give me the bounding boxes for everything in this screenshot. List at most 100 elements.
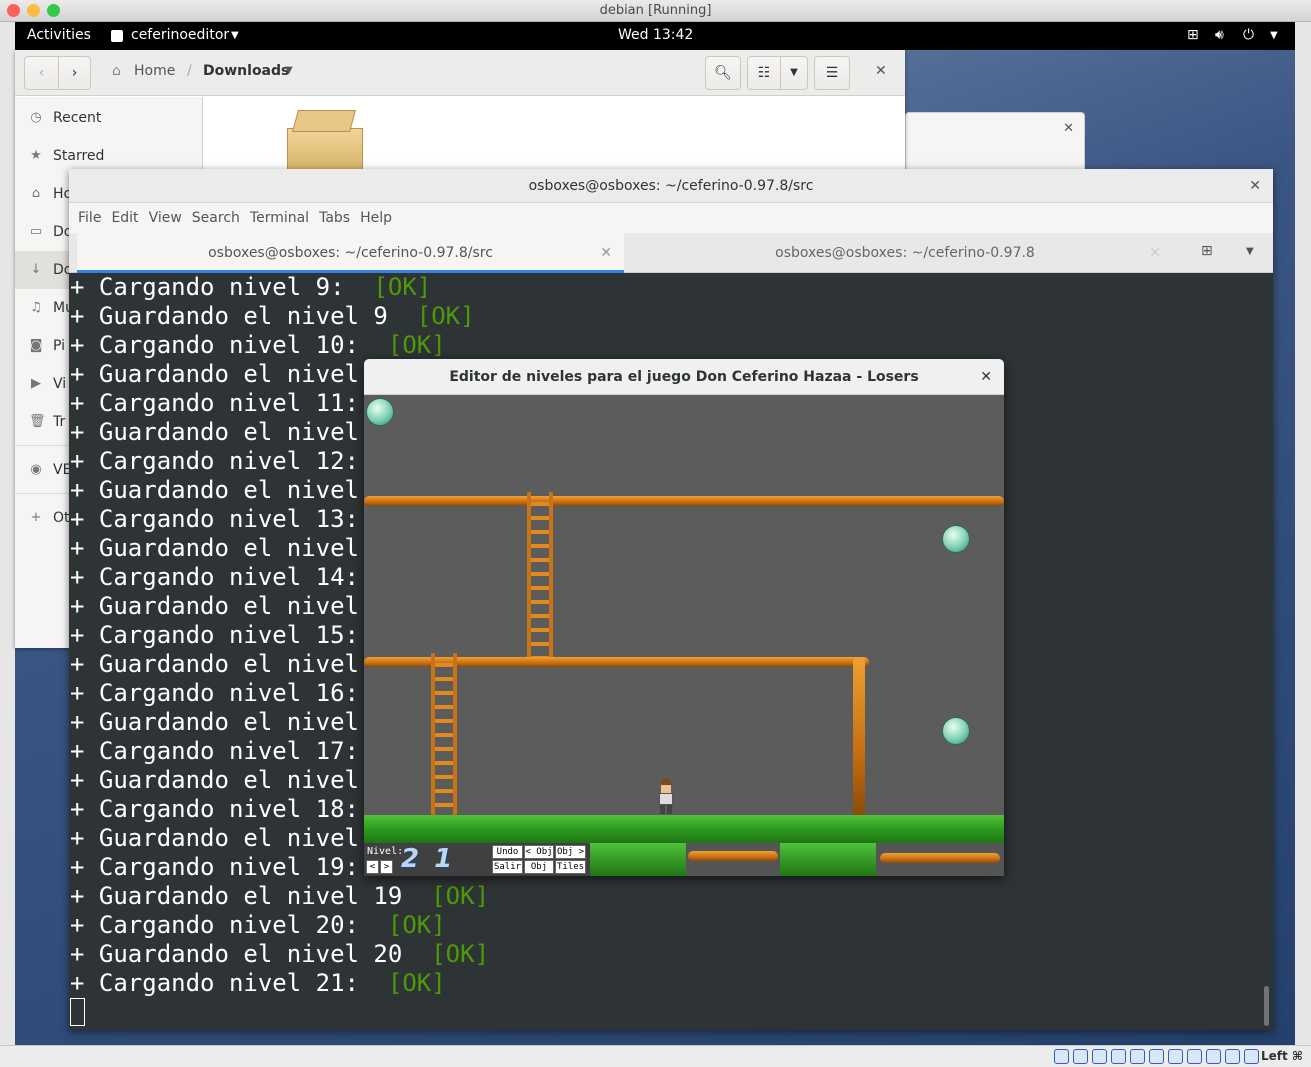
volume-icon[interactable]: 🔊︎ [1215, 27, 1224, 43]
line-text: + Cargando nivel 21: [70, 969, 388, 997]
status-ok: [OK] [387, 969, 446, 997]
terminal-scrollbar[interactable] [1261, 273, 1273, 1030]
keyboard-icon[interactable] [1244, 1049, 1259, 1064]
view-list-button[interactable]: ☷ [747, 56, 781, 90]
clock-icon: ◷ [30, 110, 42, 125]
close-icon[interactable]: ✕ [1063, 121, 1074, 136]
system-menu-chevron-icon[interactable]: ▼ [1270, 30, 1278, 41]
video-icon: ▶ [31, 376, 41, 391]
camera-icon: ◙ [29, 338, 43, 353]
terminal-line: + Guardando el nivel 20 [OK] [70, 940, 1261, 969]
activities-button[interactable]: Activities [27, 27, 91, 43]
tabs-menu-chevron-icon[interactable]: ▼ [1246, 246, 1254, 257]
optical-icon[interactable] [1073, 1049, 1088, 1064]
disk-icon[interactable] [1054, 1049, 1069, 1064]
status-ok: [OK] [431, 940, 490, 968]
shared-folder-icon[interactable] [1149, 1049, 1164, 1064]
usb-icon[interactable] [1130, 1049, 1145, 1064]
tile-log[interactable] [876, 843, 1004, 876]
package-file-icon[interactable] [285, 110, 363, 170]
scrollbar-thumb[interactable] [1264, 986, 1269, 1026]
menu-item[interactable]: Help [360, 203, 392, 233]
menu-item[interactable]: Terminal [250, 203, 309, 233]
line-text: + Cargando nivel 15: [70, 621, 359, 649]
power-icon[interactable]: ⏻ [1243, 27, 1254, 43]
network-icon[interactable]: ⊞ [1187, 27, 1199, 43]
cpu-icon[interactable] [1206, 1049, 1221, 1064]
star-icon: ★ [30, 148, 42, 163]
view-options-button[interactable]: ▼ [780, 56, 808, 90]
network-icon[interactable] [1111, 1049, 1126, 1064]
line-text: + Guardando el nivel 19 [70, 882, 432, 910]
player-character-icon[interactable] [657, 778, 675, 814]
line-text: + Guardando el nivel [70, 592, 359, 620]
back-button[interactable]: ‹ [24, 56, 59, 90]
terminal-line: + Cargando nivel 21: [OK] [70, 969, 1261, 998]
line-text: + Guardando el nivel [70, 418, 359, 446]
path-chevron-icon[interactable]: ▼ [285, 65, 293, 76]
tile-grass[interactable] [590, 843, 686, 876]
close-icon[interactable]: ✕ [980, 359, 992, 395]
clock[interactable]: Wed 13:42 [618, 27, 693, 43]
terminal-cursor [70, 998, 85, 1026]
obj-button[interactable]: Obj [524, 860, 554, 874]
path-current[interactable]: Downloads [203, 63, 289, 79]
sidebar-item-label: Recent [53, 110, 102, 126]
player2-orb-icon[interactable] [366, 398, 394, 426]
menu-button[interactable]: ☰ [814, 56, 850, 90]
sidebar-item-label: Vi [53, 376, 67, 392]
harpoon-orb-icon[interactable] [942, 717, 970, 745]
files-headerbar: ‹ › ⌂ Home / Downloads ▼ 🔍︎ ☷ ▼ ☰ ✕ [15, 50, 905, 96]
close-icon[interactable]: ✕ [1249, 169, 1261, 203]
home-icon: ⌂ [112, 63, 121, 79]
log-pillar[interactable] [853, 657, 865, 817]
terminal-line: + Cargando nivel 10: [OK] [70, 331, 1261, 360]
menu-item[interactable]: Edit [111, 203, 138, 233]
display-icon[interactable] [1168, 1049, 1183, 1064]
tab-root[interactable]: osboxes@osboxes: ~/ceferino-0.97.8 ✕ [625, 233, 1185, 273]
sidebar-item-label: Starred [53, 148, 105, 164]
grass-floor[interactable] [364, 815, 1004, 843]
tile-log[interactable] [686, 843, 780, 876]
level-editor-window: Editor de niveles para el juego Don Cefe… [364, 359, 1004, 876]
tile-grass[interactable] [780, 843, 876, 876]
log-platform[interactable] [364, 496, 1004, 506]
harpoon-orb-icon[interactable] [942, 525, 970, 553]
tab-label: osboxes@osboxes: ~/ceferino-0.97.8/src [208, 245, 493, 261]
menu-item[interactable]: Search [192, 203, 240, 233]
line-text: + Cargando nivel 17: [70, 737, 359, 765]
close-dot-icon[interactable] [7, 4, 20, 17]
prev-obj-button[interactable]: < Obj [524, 845, 554, 859]
mouse-integration-icon[interactable] [1225, 1049, 1240, 1064]
status-ok: [OK] [416, 302, 475, 330]
tab-close-icon[interactable]: ✕ [1149, 233, 1161, 273]
next-obj-button[interactable]: Obj > [555, 845, 586, 859]
nivel-next-button[interactable]: > [380, 860, 393, 874]
search-button[interactable]: 🔍︎ [705, 56, 741, 90]
menu-item[interactable]: File [78, 203, 101, 233]
ladder[interactable] [527, 492, 553, 660]
terminal-title: osboxes@osboxes: ~/ceferino-0.97.8/src [528, 178, 814, 194]
new-tab-icon[interactable]: ⊞ [1201, 243, 1213, 259]
recording-icon[interactable] [1187, 1049, 1202, 1064]
nivel-label: Nivel: [367, 846, 404, 857]
menu-item[interactable]: View [149, 203, 182, 233]
forward-button[interactable]: › [58, 56, 91, 90]
menu-item[interactable]: Tabs [319, 203, 350, 233]
app-menu[interactable]: ceferinoeditor [131, 27, 229, 43]
tab-src[interactable]: osboxes@osboxes: ~/ceferino-0.97.8/src ✕ [77, 233, 624, 273]
level-canvas[interactable] [364, 395, 1004, 843]
tab-close-icon[interactable]: ✕ [600, 233, 612, 273]
audio-icon[interactable] [1092, 1049, 1107, 1064]
tiles-button[interactable]: Tiles [555, 860, 586, 874]
sidebar-item[interactable]: ◷ Recent [15, 99, 203, 137]
ladder[interactable] [431, 653, 457, 817]
zoom-dot-icon[interactable] [47, 4, 60, 17]
undo-button[interactable]: Undo [492, 845, 523, 859]
minimize-dot-icon[interactable] [27, 4, 40, 17]
close-icon[interactable]: ✕ [875, 63, 887, 79]
path-home[interactable]: Home [134, 63, 175, 79]
nivel-prev-button[interactable]: < [366, 860, 379, 874]
salir-button[interactable]: Salir [492, 860, 523, 874]
line-text: + Guardando el nivel [70, 534, 359, 562]
